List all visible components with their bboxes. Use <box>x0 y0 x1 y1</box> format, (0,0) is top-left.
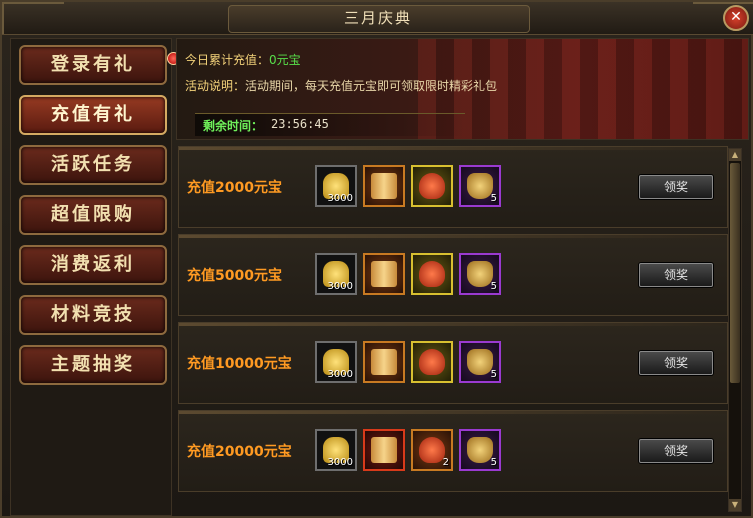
row-divider <box>179 235 727 238</box>
row-divider <box>179 323 727 326</box>
reward-item-slot[interactable]: 5 <box>459 165 501 207</box>
event-description-label: 活动说明： <box>185 79 246 93</box>
sidebar-item-label: 充值有礼 <box>51 104 135 125</box>
reward-row: 充值2000元宝 3000 5 领奖 <box>178 146 728 228</box>
sidebar: 登录有礼 充值有礼 活跃任务 超值限购 消费返利 材料竞技 主题抽奖 <box>10 38 180 516</box>
scroll-icon <box>371 261 397 287</box>
title-bar: 三月庆典 ✕ <box>2 2 753 35</box>
sidebar-item-login-gift[interactable]: 登录有礼 <box>19 45 180 85</box>
sidebar-item-label: 活跃任务 <box>51 154 135 175</box>
countdown-label: 剩余时间： <box>203 119 264 133</box>
gift-bag-icon <box>419 349 445 375</box>
sidebar-item-label: 超值限购 <box>51 204 135 225</box>
sidebar-item-label: 消费返利 <box>51 254 135 275</box>
sidebar-item-recharge-gift[interactable]: 充值有礼 <box>19 95 167 135</box>
event-window: 三月庆典 ✕ 登录有礼 充值有礼 活跃任务 超值限购 消费返利 材料竞技 主题抽… <box>0 0 753 518</box>
reward-item-slot[interactable]: 3000 <box>315 165 357 207</box>
sidebar-item-active-tasks[interactable]: 活跃任务 <box>19 145 167 185</box>
reward-item-slot[interactable]: 3000 <box>315 429 357 471</box>
claim-reward-button[interactable]: 领奖 <box>639 351 713 375</box>
item-count: 3000 <box>327 369 353 380</box>
reward-item-slot[interactable] <box>411 165 453 207</box>
reward-list-scrollbar[interactable]: ▲ ▼ <box>728 148 742 512</box>
scroll-icon <box>371 349 397 375</box>
item-count: 2 <box>442 457 449 468</box>
claim-reward-button[interactable]: 领奖 <box>639 439 713 463</box>
sidebar-item-label: 主题抽奖 <box>51 354 135 375</box>
reward-item-slot[interactable]: 3000 <box>315 341 357 383</box>
reward-item-slot[interactable] <box>411 253 453 295</box>
gift-bag-icon <box>419 261 445 287</box>
reward-item-slot[interactable]: 5 <box>459 253 501 295</box>
reward-item-slot[interactable] <box>411 341 453 383</box>
reward-item-slot[interactable]: 5 <box>459 429 501 471</box>
scroll-up-arrow-icon[interactable]: ▲ <box>729 149 741 161</box>
row-divider <box>179 411 727 414</box>
window-title: 三月庆典 <box>343 9 412 27</box>
scroll-icon <box>371 437 397 463</box>
reward-item-slot[interactable]: 2 <box>411 429 453 471</box>
today-recharge-value: 0元宝 <box>269 53 301 67</box>
event-description-line: 活动说明：活动期间，每天充值元宝即可领取限时精彩礼包 <box>185 77 497 94</box>
sidebar-item-material-contest[interactable]: 材料竞技 <box>19 295 167 335</box>
reward-row: 充值5000元宝 3000 5 领奖 <box>178 234 728 316</box>
claim-reward-button[interactable]: 领奖 <box>639 175 713 199</box>
sidebar-item-theme-lottery[interactable]: 主题抽奖 <box>19 345 167 385</box>
sidebar-item-value-purchase[interactable]: 超值限购 <box>19 195 167 235</box>
claim-reward-button[interactable]: 领奖 <box>639 263 713 287</box>
sidebar-item-spend-rebate[interactable]: 消费返利 <box>19 245 167 285</box>
scroll-icon <box>371 173 397 199</box>
reward-tier-label: 充值2000元宝 <box>187 180 282 196</box>
close-button[interactable]: ✕ <box>723 5 749 31</box>
scroll-down-arrow-icon[interactable]: ▼ <box>729 499 741 511</box>
item-count: 5 <box>490 369 497 380</box>
today-recharge-line: 今日累计充值：0元宝 <box>185 51 301 68</box>
reward-item-slot[interactable] <box>363 165 405 207</box>
pouch-icon <box>467 437 493 463</box>
countdown-value: 23:56:45 <box>271 117 329 131</box>
sidebar-item-label: 材料竞技 <box>51 304 135 325</box>
reward-item-slot[interactable]: 3000 <box>315 253 357 295</box>
gift-bag-icon <box>419 173 445 199</box>
pouch-icon <box>467 261 493 287</box>
item-count: 3000 <box>327 193 353 204</box>
item-count: 3000 <box>327 457 353 468</box>
row-divider <box>179 147 727 150</box>
item-count: 5 <box>490 457 497 468</box>
pouch-icon <box>467 349 493 375</box>
reward-row: 充值20000元宝 3000 2 5 领奖 <box>178 410 728 492</box>
reward-item-slot[interactable]: 5 <box>459 341 501 383</box>
reward-tier-label: 充值10000元宝 <box>187 356 292 372</box>
item-count: 5 <box>490 281 497 292</box>
reward-tier-label: 充值5000元宝 <box>187 268 282 284</box>
gift-bag-icon <box>419 437 445 463</box>
reward-item-slot[interactable] <box>363 429 405 471</box>
reward-item-slot[interactable] <box>363 253 405 295</box>
event-banner: 今日累计充值：0元宝 活动说明：活动期间，每天充值元宝即可领取限时精彩礼包 剩余… <box>176 38 749 140</box>
reward-tier-label: 充值20000元宝 <box>187 444 292 460</box>
close-icon: ✕ <box>730 9 742 25</box>
reward-row: 充值10000元宝 3000 5 领奖 <box>178 322 728 404</box>
scrollbar-thumb[interactable] <box>730 163 740 383</box>
countdown-bar: 剩余时间： 23:56:45 <box>195 113 465 136</box>
pouch-icon <box>467 173 493 199</box>
corner-ornament-left <box>2 2 64 34</box>
reward-item-slot[interactable] <box>363 341 405 383</box>
sidebar-item-label: 登录有礼 <box>51 54 135 75</box>
reward-list: 充值2000元宝 3000 5 领奖 充值5000元宝 3000 5 领奖 充值10000元宝 3… <box>176 142 747 514</box>
today-recharge-label: 今日累计充值： <box>185 53 270 67</box>
item-count: 3000 <box>327 281 353 292</box>
event-description-text: 活动期间，每天充值元宝即可领取限时精彩礼包 <box>245 79 498 93</box>
item-count: 5 <box>490 193 497 204</box>
